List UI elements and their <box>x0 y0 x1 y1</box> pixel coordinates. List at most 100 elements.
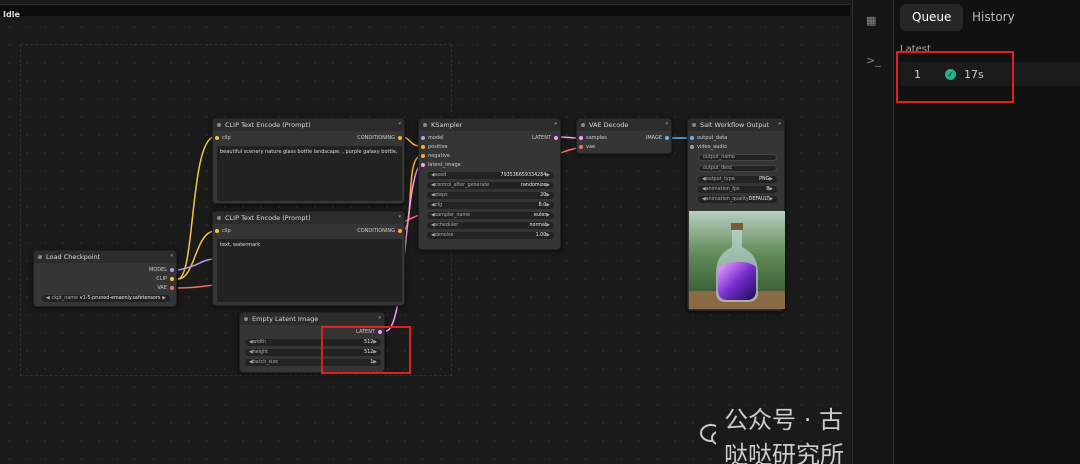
widget-label: steps <box>434 193 448 198</box>
tab-history[interactable]: History <box>960 4 1027 31</box>
port-dot <box>215 136 219 140</box>
highlight-box-latent <box>321 326 411 374</box>
input-vae[interactable]: vae <box>579 144 595 150</box>
arrow-right-icon[interactable]: ▶ <box>769 187 773 192</box>
animation-fps-widget[interactable]: ◀ animation_fps 8 ▶ <box>698 186 777 193</box>
seed-widget[interactable]: ◀ seed 793536659334284 ▶ <box>427 172 554 179</box>
arrow-left-icon[interactable]: ◀ <box>46 296 50 301</box>
port-dot <box>421 136 425 140</box>
animation-quality-widget[interactable]: ◀ animation_quality DEFAULT ▶ <box>698 196 777 203</box>
output-clip[interactable]: CLIP <box>156 276 174 282</box>
widget-value: randomize <box>520 183 547 188</box>
output-latent[interactable]: LATENT <box>532 135 558 141</box>
widget-label: scheduler <box>434 223 459 228</box>
port-dot <box>398 229 402 233</box>
output-model[interactable]: MODEL <box>149 267 174 273</box>
port-label: LATENT <box>532 135 551 141</box>
prompt-textarea[interactable]: beautiful scenery nature glass bottle la… <box>217 146 402 201</box>
arrow-right-icon[interactable]: ▶ <box>546 183 550 188</box>
pin-icon[interactable]: ▾ <box>554 121 557 127</box>
arrow-right-icon[interactable]: ▶ <box>546 203 550 208</box>
port-dot <box>421 154 425 158</box>
pin-icon[interactable]: ▾ <box>170 253 173 259</box>
arrow-right-icon[interactable]: ▶ <box>769 177 773 182</box>
port-label: latent_image <box>428 162 461 168</box>
port-label: samples <box>586 135 607 141</box>
icon-rail: ▦ >_ <box>852 0 892 464</box>
node-vae-decode[interactable]: VAE Decode ▾ samples vae IMAGE <box>576 118 672 154</box>
arrow-right-icon[interactable]: ▶ <box>546 173 550 178</box>
wire-clip-positive <box>177 136 215 280</box>
pin-icon[interactable]: ▾ <box>398 121 401 127</box>
widget-value: normal <box>529 223 547 228</box>
terminal-icon[interactable]: >_ <box>866 54 881 67</box>
input-samples[interactable]: samples <box>579 135 607 141</box>
prompt-textarea[interactable]: text, watermark <box>217 239 402 302</box>
arrow-right-icon[interactable]: ▶ <box>769 197 773 202</box>
input-negative[interactable]: negative <box>421 153 450 159</box>
node-salt-workflow-output[interactable]: Salt Workflow Output ▾ output_data video… <box>687 118 785 311</box>
workflow-canvas[interactable]: Idle Load Checkpoint ▾ MODEL CLIP VAE ◀ … <box>0 0 852 464</box>
widget-value: euler <box>534 213 547 218</box>
output-type-widget[interactable]: ◀ output_type PNG ▶ <box>698 176 777 183</box>
output-image[interactable]: IMAGE <box>646 135 669 141</box>
cfg-widget[interactable]: ◀ cfg 8.0 ▶ <box>427 202 554 209</box>
pin-icon[interactable]: ▾ <box>665 121 668 127</box>
port-label: CONDITIONING <box>357 228 395 234</box>
input-clip[interactable]: clip <box>215 135 231 141</box>
widget-value: DEFAULT <box>748 197 770 202</box>
node-clip-text-encode-positive[interactable]: CLIP Text Encode (Prompt) ▾ clip CONDITI… <box>212 118 405 204</box>
control-after-generate-widget[interactable]: ◀ control_after_generate randomize ▶ <box>427 182 554 189</box>
pin-icon[interactable]: ▾ <box>778 121 781 127</box>
widget-label: ckpt_name <box>51 296 78 301</box>
pin-icon[interactable]: ▾ <box>398 214 401 220</box>
output-name-field[interactable]: output_name <box>698 154 777 161</box>
arrow-right-icon[interactable]: ▶ <box>546 233 550 238</box>
port-label: CONDITIONING <box>357 135 395 141</box>
port-label: IMAGE <box>645 135 662 141</box>
node-title: VAE Decode <box>577 119 671 131</box>
widget-label: height <box>252 350 268 355</box>
node-ksampler[interactable]: KSampler ▾ model positive negative laten… <box>418 118 561 250</box>
node-load-checkpoint[interactable]: Load Checkpoint ▾ MODEL CLIP VAE ◀ ckpt_… <box>33 250 177 307</box>
port-label: video_audio <box>697 144 728 150</box>
arrow-right-icon[interactable]: ▶ <box>546 213 550 218</box>
node-title: Salt Workflow Output <box>688 119 784 131</box>
node-title: Empty Latent Image <box>240 313 384 325</box>
arrow-right-icon[interactable]: ▶ <box>546 193 550 198</box>
input-clip[interactable]: clip <box>215 228 231 234</box>
port-dot <box>421 145 425 149</box>
widget-label: batch_size <box>252 360 278 365</box>
grid-icon[interactable]: ▦ <box>866 14 876 27</box>
widget-value: 8.0 <box>538 203 547 208</box>
ckpt-name-widget[interactable]: ◀ ckpt_name v1-5-pruned-emaonly.safetens… <box>42 295 170 302</box>
input-model[interactable]: model <box>421 135 444 141</box>
output-preview-image[interactable] <box>689 211 785 309</box>
port-label: positive <box>428 144 448 150</box>
port-label: MODEL <box>148 267 167 273</box>
port-dot <box>170 268 174 272</box>
input-latent-image[interactable]: latent_image <box>421 162 461 168</box>
pin-icon[interactable]: ▾ <box>378 315 381 321</box>
widget-value: PNG <box>759 177 770 182</box>
input-positive[interactable]: positive <box>421 144 448 150</box>
input-video-audio[interactable]: video_audio <box>690 144 727 150</box>
port-label: model <box>428 135 444 141</box>
output-desc-field[interactable]: output_desc <box>698 165 777 172</box>
steps-widget[interactable]: ◀ steps 20 ▶ <box>427 192 554 199</box>
arrow-right-icon[interactable]: ▶ <box>546 223 550 228</box>
sampler-name-widget[interactable]: ◀ sampler_name euler ▶ <box>427 212 554 219</box>
denoise-widget[interactable]: ◀ denoise 1.00 ▶ <box>427 232 554 239</box>
tab-queue[interactable]: Queue <box>900 4 964 31</box>
widget-label: width <box>252 340 266 345</box>
arrow-right-icon[interactable]: ▶ <box>162 296 166 301</box>
output-vae[interactable]: VAE <box>157 285 174 291</box>
port-label: clip <box>222 135 231 141</box>
scheduler-widget[interactable]: ◀ scheduler normal ▶ <box>427 222 554 229</box>
output-conditioning[interactable]: CONDITIONING <box>357 228 402 234</box>
input-output-data[interactable]: output_data <box>690 135 727 141</box>
field-label: output_name <box>703 155 735 160</box>
port-dot <box>554 136 558 140</box>
node-clip-text-encode-negative[interactable]: CLIP Text Encode (Prompt) ▾ clip CONDITI… <box>212 211 405 306</box>
output-conditioning[interactable]: CONDITIONING <box>357 135 402 141</box>
